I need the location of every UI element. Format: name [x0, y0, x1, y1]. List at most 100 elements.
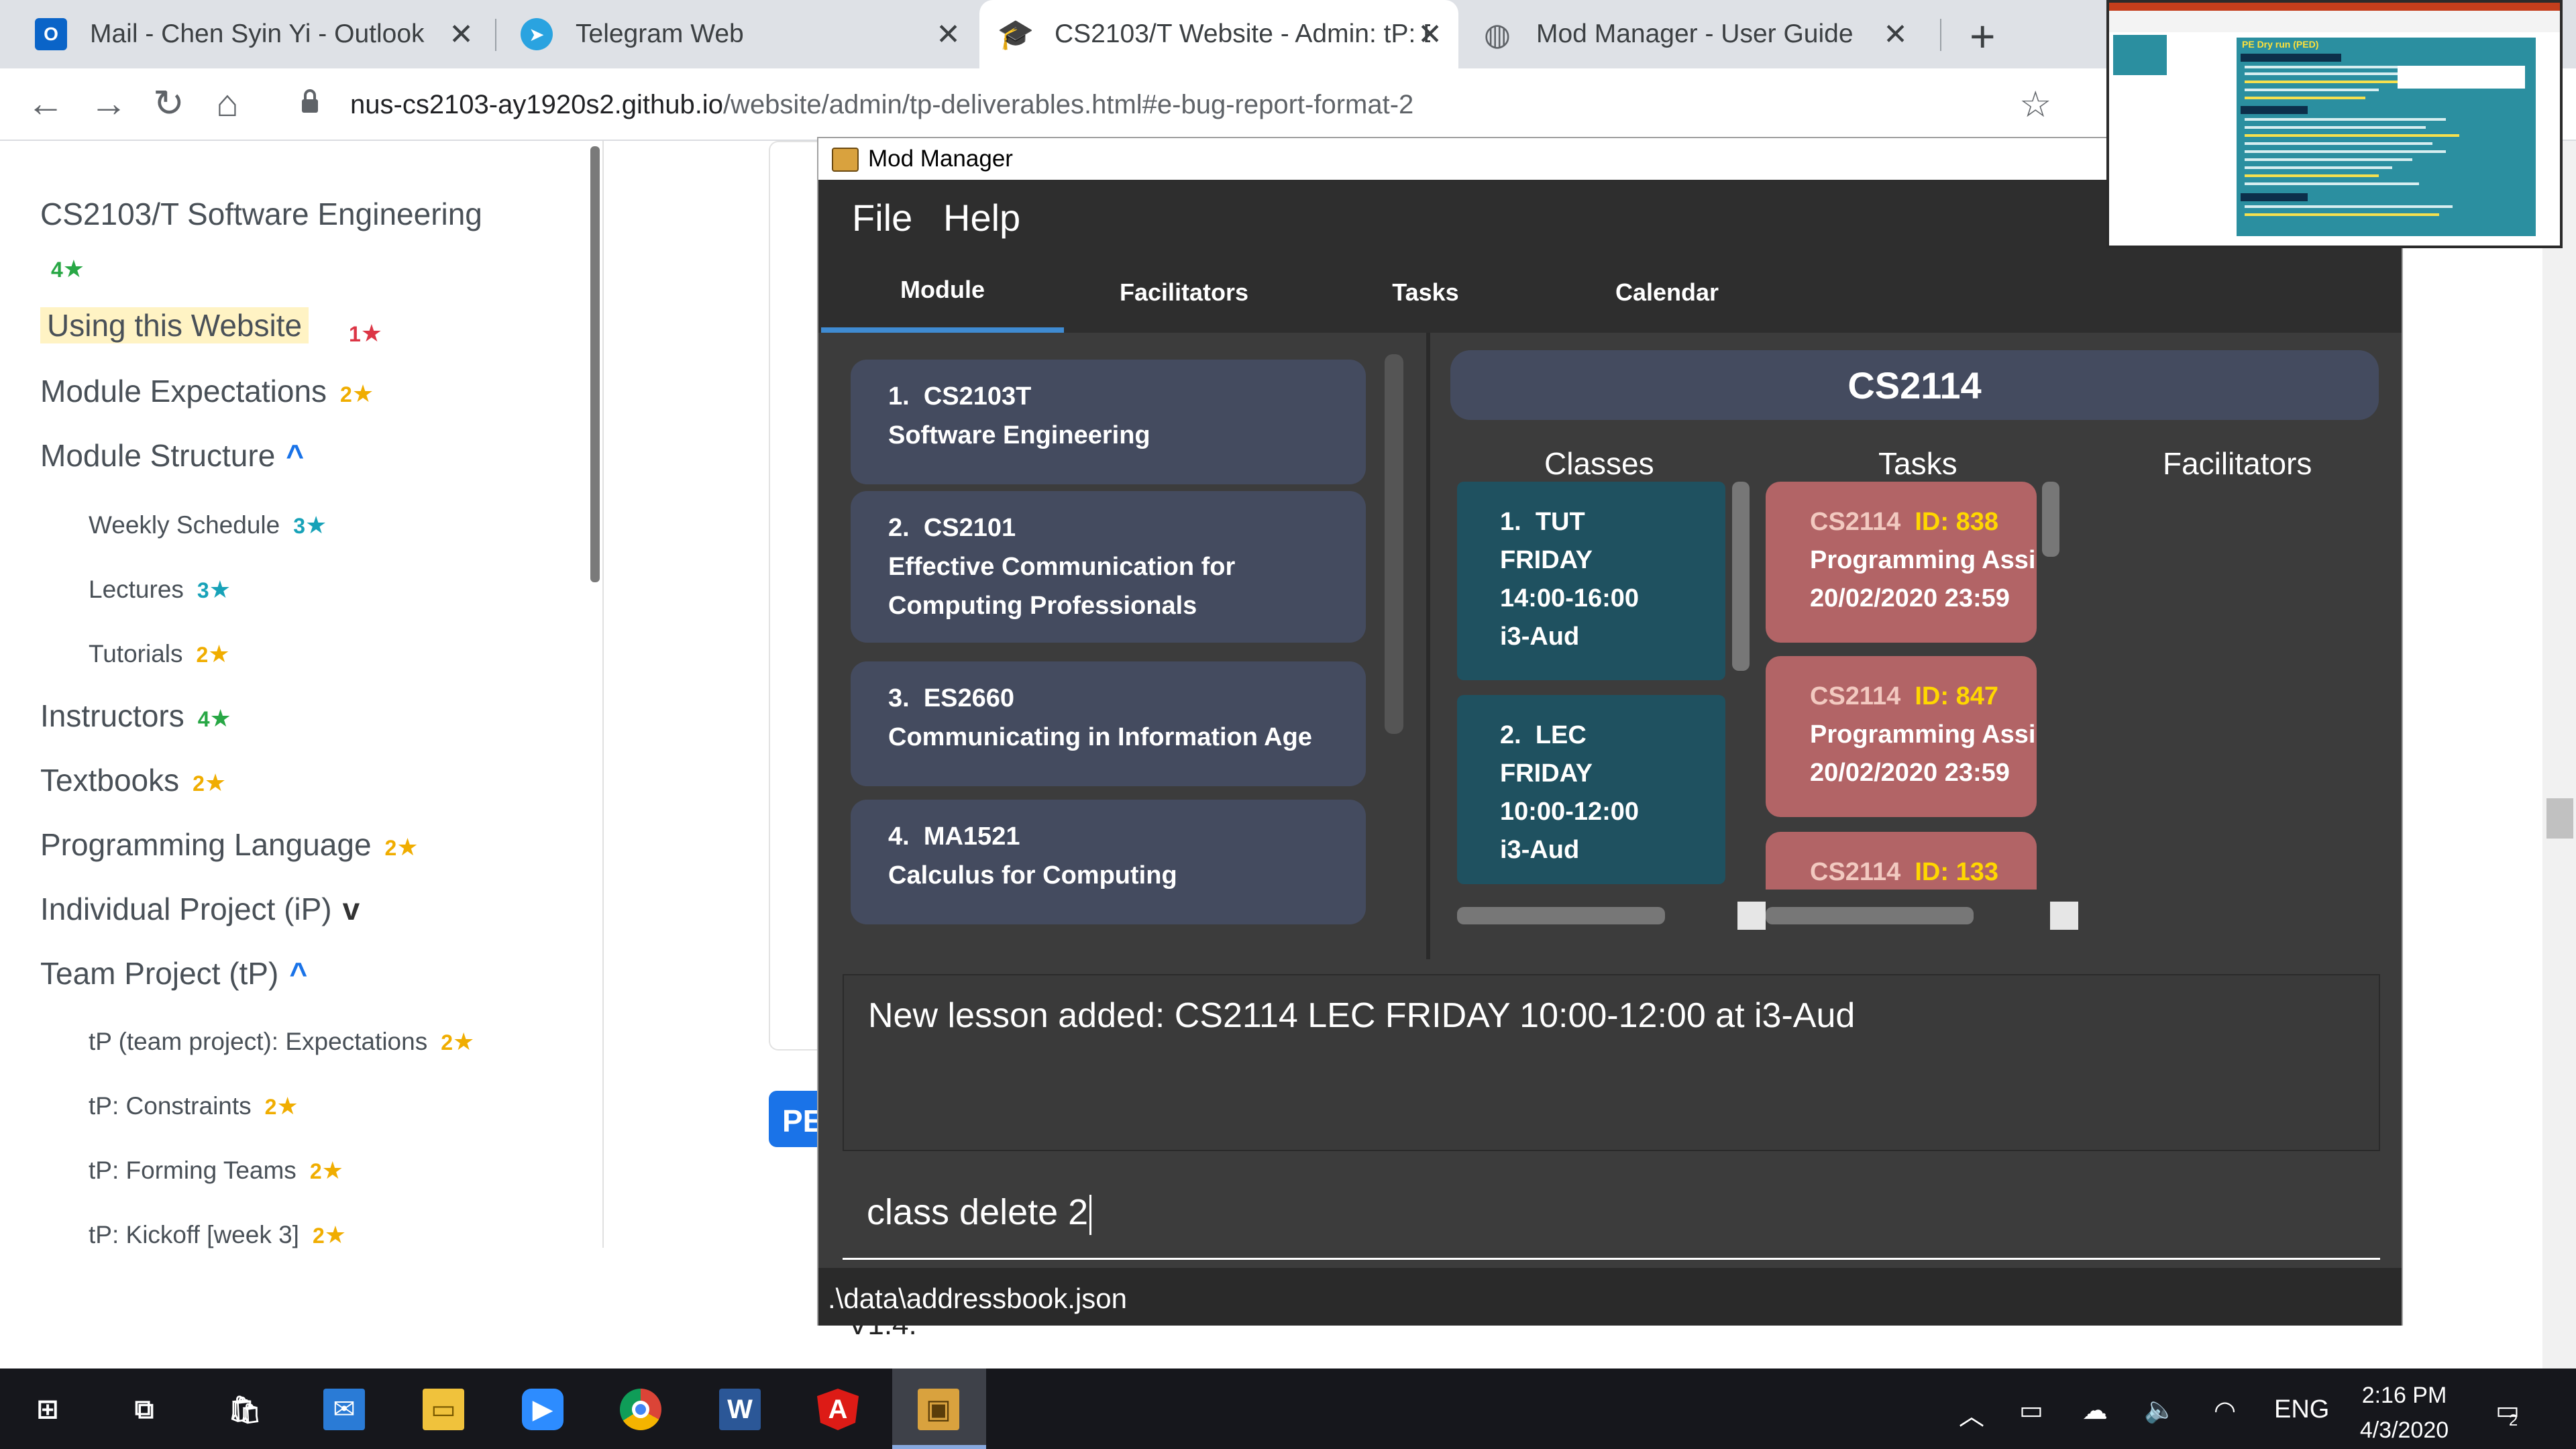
- notification-icon[interactable]: ▭2: [2496, 1395, 2528, 1430]
- module-card[interactable]: 3. ES2660 Communicating in Information A…: [851, 661, 1366, 786]
- menu-help[interactable]: Help: [943, 196, 1020, 239]
- scrollbar-thumb[interactable]: [2546, 798, 2573, 839]
- back-arrow-icon[interactable]: ←: [27, 82, 64, 125]
- class-card[interactable]: 2. LEC FRIDAY 10:00-12:00 i3-Aud: [1457, 695, 1725, 884]
- star-icon: ★: [352, 380, 374, 407]
- module-card-header: 4. MA1521: [888, 817, 1328, 856]
- tab-calendar[interactable]: Calendar: [1546, 252, 1788, 333]
- mail-icon[interactable]: ✉: [323, 1389, 365, 1430]
- tasks-hscrollbar[interactable]: [1766, 907, 1974, 924]
- module-list-panel: 1. CS2103T Software Engineering 2. CS210…: [822, 333, 1426, 959]
- mod-manager-taskbar-icon[interactable]: ▣: [918, 1389, 959, 1430]
- sidebar-item-tutorials[interactable]: Tutorials 2★: [89, 640, 230, 668]
- wifi-icon[interactable]: ◠: [2214, 1395, 2236, 1426]
- close-icon[interactable]: ✕: [449, 17, 474, 52]
- tab-tasks[interactable]: Tasks: [1304, 252, 1547, 333]
- new-tab-button[interactable]: +: [1970, 11, 1996, 62]
- sidebar-item-team-project[interactable]: Team Project (tP) ^: [40, 955, 307, 991]
- sidebar-item-using-website[interactable]: Using this Website: [40, 307, 309, 343]
- site-sidebar: CS2103/T Software Engineering 4★ Using t…: [0, 141, 604, 1248]
- tab-cs2103-website[interactable]: 🎓 CS2103/T Website - Admin: tP: D ✕: [979, 0, 1458, 68]
- menu-file[interactable]: File: [852, 196, 912, 239]
- chevron-up-icon[interactable]: ^: [286, 438, 304, 473]
- zoom-icon[interactable]: ▶: [522, 1389, 564, 1430]
- module-index: 4.: [888, 822, 910, 851]
- class-index: 2.: [1500, 721, 1521, 749]
- task-view-icon[interactable]: ⧉: [123, 1389, 165, 1430]
- badge-count: 2: [340, 382, 352, 407]
- task-card[interactable]: CS2114 ID: 838 Programming Assi 20/02/20…: [1766, 482, 2037, 643]
- word-icon[interactable]: W: [719, 1389, 761, 1430]
- store-icon[interactable]: 🛍: [224, 1389, 266, 1430]
- page-scrollbar[interactable]: [2542, 141, 2576, 1368]
- tab-mod-manager-guide[interactable]: ◍ Mod Manager - User Guide ✕: [1461, 0, 1924, 68]
- classes-scrollbar[interactable]: [1732, 482, 1750, 671]
- module-card[interactable]: 1. CS2103T Software Engineering: [851, 360, 1366, 484]
- badge-count: 2: [312, 1224, 325, 1248]
- chevron-down-icon[interactable]: v: [343, 892, 360, 926]
- forward-arrow-icon[interactable]: →: [90, 82, 127, 125]
- sidebar-scrollbar[interactable]: [590, 146, 600, 582]
- system-clock[interactable]: 2:16 PM 4/3/2020: [2351, 1378, 2458, 1448]
- sidebar-item-instructors[interactable]: Instructors 4★: [40, 698, 231, 734]
- tab-facilitators[interactable]: Facilitators: [1063, 252, 1305, 333]
- status-bar: .\data\addressbook.json: [818, 1268, 2402, 1326]
- sidebar-item-textbooks[interactable]: Textbooks 2★: [40, 762, 226, 798]
- pe-badge: PE: [769, 1091, 823, 1147]
- facilitators-column-title: Facilitators: [2163, 446, 2312, 481]
- file-explorer-icon[interactable]: ▭: [423, 1389, 464, 1430]
- sidebar-item-module-expectations[interactable]: Module Expectations 2★: [40, 373, 374, 409]
- angular-icon[interactable]: A: [817, 1389, 859, 1430]
- chevron-up-icon[interactable]: ︿: [1959, 1395, 1984, 1432]
- sidebar-title[interactable]: CS2103/T Software Engineering: [40, 196, 482, 232]
- language-indicator[interactable]: ENG: [2274, 1395, 2329, 1424]
- module-code: ES2660: [923, 684, 1015, 712]
- sidebar-item-programming-language[interactable]: Programming Language 2★: [40, 826, 419, 863]
- chrome-icon[interactable]: [620, 1389, 661, 1430]
- close-icon[interactable]: ✕: [1417, 17, 1442, 52]
- module-list-scrollbar[interactable]: [1385, 354, 1403, 734]
- sidebar-item-label: Instructors: [40, 698, 184, 733]
- address-bar[interactable]: nus-cs2103-ay1920s2.github.io/website/ad…: [350, 83, 1413, 126]
- classes-hscrollbar[interactable]: [1457, 907, 1665, 924]
- star-icon: ★: [396, 833, 419, 861]
- home-icon[interactable]: ⌂: [216, 82, 239, 125]
- result-message: New lesson added: CS2114 LEC FRIDAY 10:0…: [868, 996, 1856, 1035]
- module-card[interactable]: 2. CS2101 Effective Communication for Co…: [851, 491, 1366, 643]
- sidebar-item-tp-expectations[interactable]: tP (team project): Expectations 2★: [89, 1028, 474, 1056]
- sidebar-item-weekly-schedule[interactable]: Weekly Schedule 3★: [89, 511, 327, 539]
- task-id: ID: 133: [1915, 858, 1998, 886]
- tab-outlook[interactable]: O Mail - Chen Syin Yi - Outlook ✕: [0, 0, 490, 68]
- tab-separator: [495, 19, 496, 51]
- sidebar-item-tp-constraints[interactable]: tP: Constraints 2★: [89, 1092, 299, 1120]
- module-card[interactable]: 4. MA1521 Calculus for Computing: [851, 800, 1366, 924]
- sidebar-item-label: tP: Kickoff [week 3]: [89, 1221, 299, 1248]
- battery-icon[interactable]: ▭: [2019, 1395, 2043, 1426]
- chevron-up-icon[interactable]: ^: [289, 956, 307, 991]
- powerpoint-thumbnail[interactable]: PE Dry run (PED): [2106, 0, 2563, 248]
- bookmark-star-icon[interactable]: ☆: [2019, 83, 2051, 125]
- volume-icon[interactable]: 🔈: [2144, 1395, 2176, 1425]
- sidebar-item-tp-forming-teams[interactable]: tP: Forming Teams 2★: [89, 1157, 343, 1185]
- lock-icon[interactable]: [301, 89, 319, 114]
- close-icon[interactable]: ✕: [1883, 17, 1908, 52]
- module-card-header: 2. CS2101: [888, 508, 1328, 547]
- tab-module[interactable]: Module: [821, 252, 1064, 333]
- sidebar-item-lectures[interactable]: Lectures 3★: [89, 576, 231, 604]
- tasks-scrollbar[interactable]: [2042, 482, 2059, 557]
- sidebar-item-tp-kickoff[interactable]: tP: Kickoff [week 3] 2★: [89, 1221, 346, 1249]
- command-box[interactable]: class delete 2: [843, 1165, 2380, 1260]
- task-card[interactable]: CS2114 ID: 847 Programming Assi 20/02/20…: [1766, 656, 2037, 817]
- tab-telegram[interactable]: ➤ Telegram Web ✕: [498, 0, 977, 68]
- windows-start-icon[interactable]: ⊞: [27, 1389, 68, 1430]
- reload-icon[interactable]: ↻: [153, 82, 184, 125]
- close-icon[interactable]: ✕: [936, 17, 961, 52]
- class-time: 10:00-12:00: [1500, 798, 1640, 826]
- class-card[interactable]: 1. TUT FRIDAY 14:00-16:00 i3-Aud: [1457, 482, 1725, 680]
- sidebar-item-individual-project[interactable]: Individual Project (iP) v: [40, 891, 360, 927]
- sidebar-item-label: Individual Project (iP): [40, 892, 332, 926]
- sidebar-item-module-structure[interactable]: Module Structure ^: [40, 437, 304, 474]
- task-card[interactable]: CS2114 ID: 133: [1766, 832, 2037, 890]
- star-icon: ★: [324, 1221, 347, 1248]
- cloud-icon[interactable]: ☁: [2082, 1395, 2108, 1426]
